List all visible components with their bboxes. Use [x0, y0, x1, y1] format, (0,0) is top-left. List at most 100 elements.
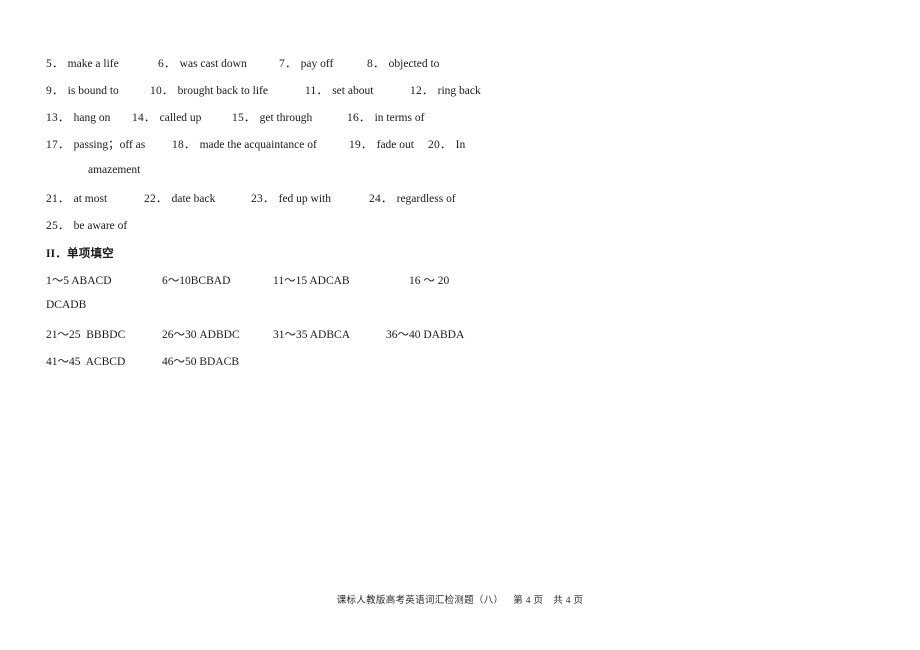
answer-item: 19． fade out	[349, 137, 414, 153]
answer-text: in terms of	[374, 112, 425, 124]
answer-text: set about	[332, 85, 374, 97]
mc-answer-item: 46～50 BDACB	[162, 353, 239, 369]
answer-text: brought back to life	[177, 85, 268, 97]
answer-item: 11． set about	[305, 83, 373, 99]
answer-text: fade out	[376, 139, 414, 151]
mc-answer-item: 1～5 ABACD	[46, 272, 112, 288]
answer-text: hang on	[73, 112, 111, 124]
answer-text: regardless of	[396, 193, 456, 205]
answer-number: 9．	[46, 85, 64, 97]
mc-answer-item: DCADB	[46, 299, 86, 311]
document-page: 5． make a life 6． was cast down 7． pay off …	[0, 0, 920, 650]
mc-answer-item: 21～25 BBBDC	[46, 326, 125, 342]
mc-answer-item: 11～15 ADCAB	[273, 272, 350, 288]
mc-range: 1～5	[46, 275, 69, 287]
footer-title: 课标人教版高考英语词汇检测题（八）	[336, 596, 504, 606]
answer-text: at most	[73, 193, 108, 205]
answer-text: date back	[171, 193, 216, 205]
mc-answer-row: 41～45 ACBCD 46～50 BDACB	[46, 353, 646, 380]
mc-letters: ACBCD	[85, 356, 126, 368]
mc-range: 41～45	[46, 356, 81, 368]
answer-key-content: 5． make a life 6． was cast down 7． pay off …	[46, 56, 646, 380]
answer-number: 20．	[428, 139, 452, 151]
mc-range: 16 ～ 20	[409, 275, 450, 287]
footer-page-current: 第 4 页	[513, 596, 544, 606]
answer-row: 5． make a life 6． was cast down 7． pay off …	[46, 56, 646, 83]
answer-text: make a life	[67, 58, 119, 70]
answer-text: be aware of	[73, 220, 128, 232]
mc-answer-row: DCADB	[46, 299, 646, 326]
answer-item: 5． make a life	[46, 56, 119, 72]
mc-answer-row: 21～25 BBBDC 26～30 ADBDC 31～35 ADBCA 36～4…	[46, 326, 646, 353]
answer-item: 22． date back	[144, 191, 215, 207]
section-heading-label: II．单项填空	[46, 248, 114, 260]
answer-item: 10． brought back to life	[150, 83, 268, 99]
page-footer: 课标人教版高考英语词汇检测题（八） 第 4 页共 4 页	[0, 592, 920, 606]
answer-text: is bound to	[67, 85, 119, 97]
answer-number: 5．	[46, 58, 64, 70]
mc-answer-item: 6～10BCBAD	[162, 272, 230, 288]
answer-item: 23． fed up with	[251, 191, 331, 207]
mc-answer-item: 16 ～ 20	[409, 272, 449, 288]
answer-text: get through	[259, 112, 313, 124]
answer-number: 8．	[367, 58, 385, 70]
answer-item: 17． passing；off as	[46, 137, 145, 153]
answer-item: 13． hang on	[46, 110, 110, 126]
answer-number: 22．	[144, 193, 168, 205]
mc-answer-row: 1～5 ABACD 6～10BCBAD 11～15 ADCAB 16 ～ 20	[46, 272, 646, 299]
answer-item: 12． ring back	[410, 83, 481, 99]
mc-range: 36～40	[386, 329, 421, 341]
answer-text: was cast down	[179, 58, 247, 70]
mc-letters: BCBAD	[190, 275, 231, 287]
mc-answer-item: 31～35 ADBCA	[273, 326, 350, 342]
answer-row: 21． at most 22． date back 23． fed up with 2…	[46, 191, 646, 218]
section-heading: II．单项填空	[46, 245, 646, 272]
mc-letters: DABDA	[423, 329, 465, 341]
mc-range: 46～50	[162, 356, 197, 368]
answer-item: 15． get through	[232, 110, 312, 126]
mc-range: 31～35	[273, 329, 308, 341]
answer-number: 25．	[46, 220, 70, 232]
answer-item: 7． pay off	[279, 56, 333, 72]
answer-number: 11．	[305, 85, 329, 97]
answer-text: fed up with	[278, 193, 331, 205]
answer-item: 21． at most	[46, 191, 107, 207]
mc-letters: ADBCA	[309, 329, 351, 341]
answer-number: 13．	[46, 112, 70, 124]
answer-text: called up	[159, 112, 202, 124]
mc-answer-item: 41～45 ACBCD	[46, 353, 125, 369]
answer-number: 10．	[150, 85, 174, 97]
mc-letters: BDACB	[199, 356, 239, 368]
answer-text: ring back	[437, 85, 481, 97]
answer-number: 17．	[46, 139, 70, 151]
answer-number: 12．	[410, 85, 434, 97]
mc-letters: DCADB	[46, 299, 87, 311]
mc-range: 11～15	[273, 275, 308, 287]
answer-item: 24． regardless of	[369, 191, 456, 207]
mc-range: 26～30	[162, 329, 197, 341]
mc-letters: ADBDC	[199, 329, 240, 341]
answer-number: 23．	[251, 193, 275, 205]
answer-item: 20． In	[428, 137, 465, 153]
answer-text: passing；off as	[73, 139, 146, 151]
mc-answer-item: 36～40 DABDA	[386, 326, 464, 342]
answer-text: In	[455, 139, 466, 151]
mc-letters: ADCAB	[309, 275, 350, 287]
mc-letters: ABACD	[71, 275, 112, 287]
answer-number: 6．	[158, 58, 176, 70]
answer-row: 25． be aware of	[46, 218, 646, 245]
answer-text: pay off	[300, 58, 334, 70]
answer-item: 25． be aware of	[46, 218, 127, 234]
answer-continuation-line: amazement	[46, 164, 646, 191]
answer-item: 8． objected to	[367, 56, 439, 72]
answer-number: 24．	[369, 193, 393, 205]
mc-answer-item: 26～30 ADBDC	[162, 326, 240, 342]
answer-item: 14． called up	[132, 110, 201, 126]
footer-page-total: 共 4 页	[553, 596, 584, 606]
answer-text: made the acquaintance of	[199, 139, 317, 151]
mc-range: 6～10	[162, 275, 191, 287]
answer-text: objected to	[388, 58, 440, 70]
mc-letters: BBBDC	[86, 329, 126, 341]
answer-number: 7．	[279, 58, 297, 70]
answer-row: 17． passing；off as 18． made the acquaintan…	[46, 137, 646, 164]
